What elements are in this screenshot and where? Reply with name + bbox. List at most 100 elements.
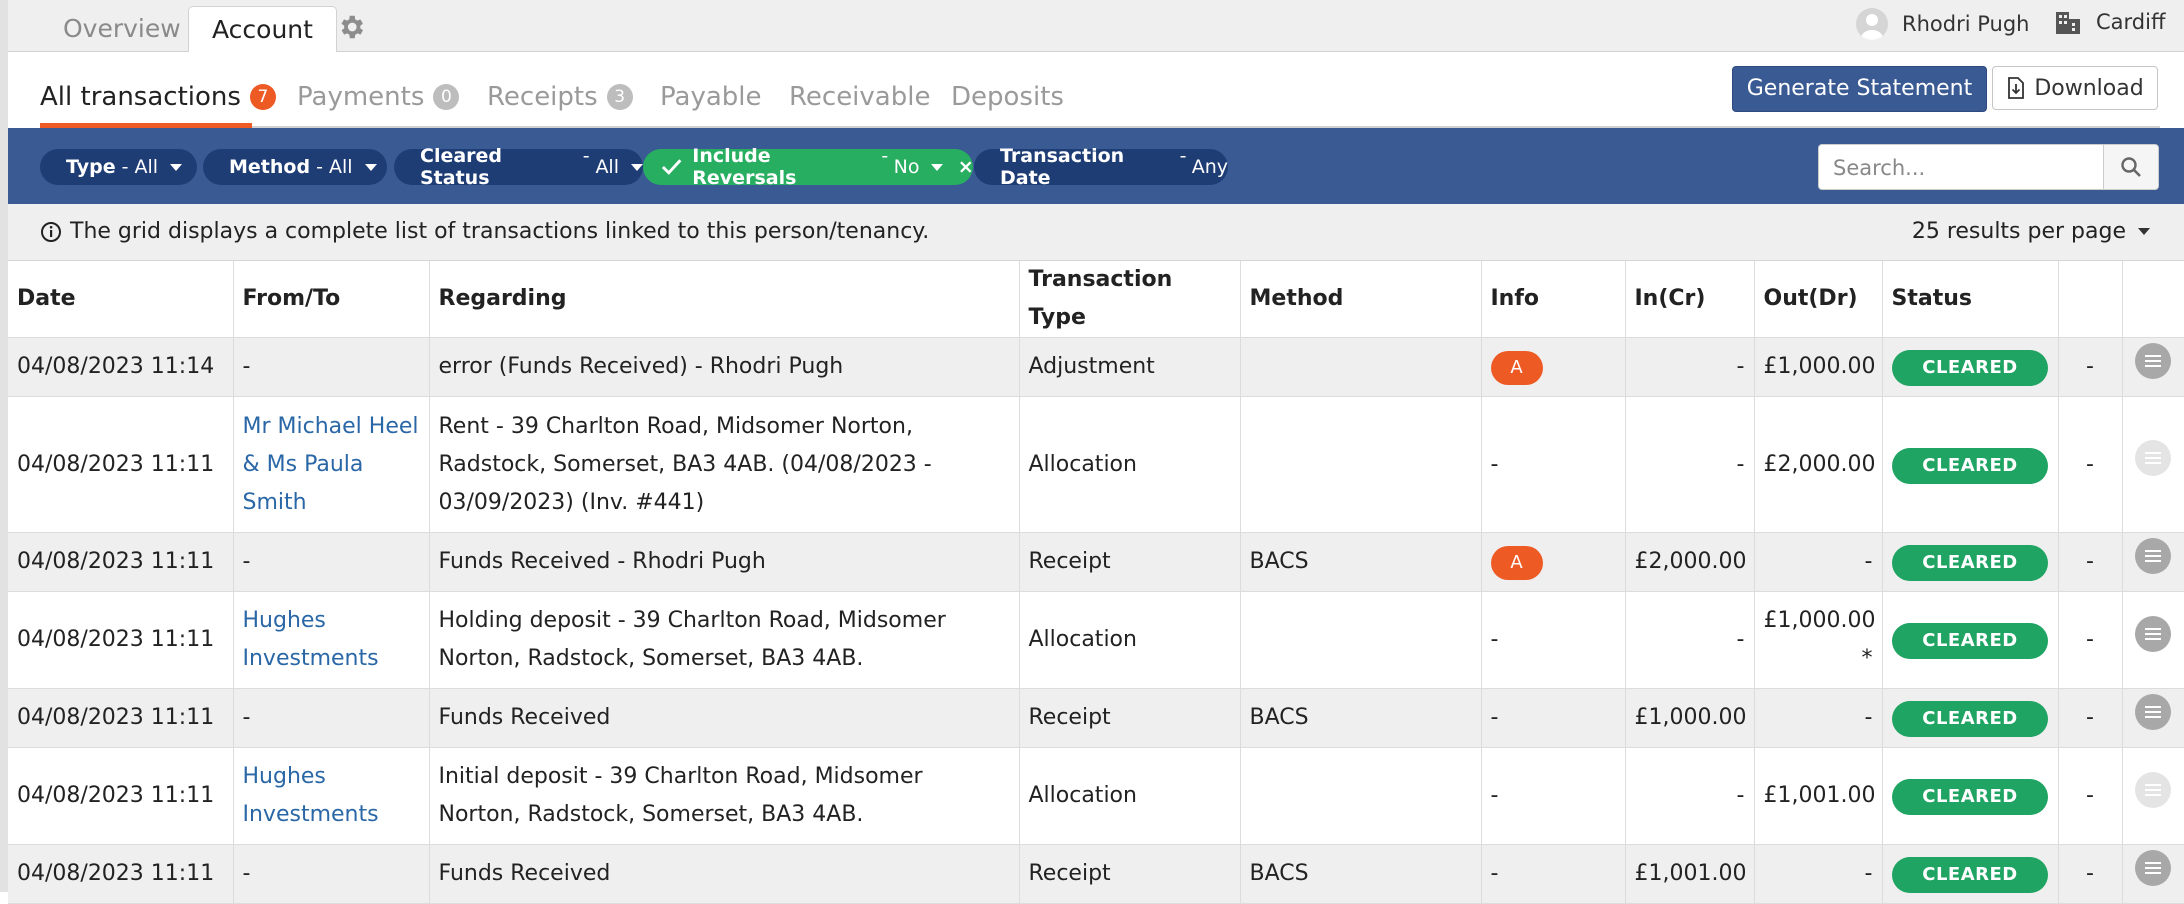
col-date[interactable]: Date [8,261,234,338]
col-in-cr[interactable]: In(Cr) [1625,261,1755,338]
col-out-dr[interactable]: Out(Dr) [1754,261,1883,338]
cell-status: CLEARED [1882,688,2059,748]
filter-value: All [329,156,353,178]
cell-regarding: Funds Received [429,844,1020,904]
chevron-down-icon [2138,228,2150,235]
row-menu-icon[interactable] [2135,771,2171,808]
filter-transaction-date[interactable]: Transaction Date - Any [974,145,1228,189]
count-badge: 7 [249,84,276,110]
tab-label: Deposits [951,82,1064,112]
tab-all-transactions[interactable]: All transactions 7 [40,82,276,112]
tab-label: All transactions [40,82,241,112]
cell-in: £1,000.00 [1625,688,1755,748]
check-icon [661,159,682,175]
cell-date: 04/08/2023 11:11 [8,532,234,592]
cell-from: Hughes Investments [233,591,430,689]
search-input[interactable] [1819,145,2115,191]
table-row[interactable]: 04/08/2023 11:11 - Funds Received Receip… [8,844,2184,904]
contact-link[interactable]: Hughes Investments [243,764,379,827]
cell-out: £2,000.00 [1754,396,1883,533]
cell-date: 04/08/2023 11:11 [8,844,234,904]
row-menu-icon[interactable] [2135,537,2171,574]
cell-regarding: Initial deposit - 39 Charlton Road, Mids… [429,747,1020,845]
row-menu-icon[interactable] [2135,849,2171,886]
table-row[interactable]: 04/08/2023 11:14 - error (Funds Received… [8,337,2184,397]
tab-receivable[interactable]: Receivable [789,82,930,112]
tab-payments[interactable]: Payments 0 [297,82,460,112]
count-badge: 0 [433,84,460,110]
search-button[interactable] [2103,145,2158,189]
cell-date: 04/08/2023 11:14 [8,337,234,397]
contact-link[interactable]: Hughes Investments [243,608,379,671]
cell-out: - [1754,844,1883,904]
tab-account[interactable]: Account [188,6,337,53]
cell-in: - [1625,337,1755,397]
tab-payable[interactable]: Payable [660,82,762,112]
col-method[interactable]: Method [1240,261,1482,338]
download-icon [2008,77,2025,99]
row-menu-icon[interactable] [2135,342,2171,379]
tab-label: Payable [660,82,762,112]
filter-key: Include Reversals [692,145,797,189]
row-menu-icon[interactable] [2135,615,2171,652]
cell-status: CLEARED [1882,747,2059,845]
filter-type[interactable]: Type - All [40,149,197,185]
col-status[interactable]: Status [1882,261,2059,338]
table-row[interactable]: 04/08/2023 11:11 Hughes Investments Hold… [8,591,2184,689]
filter-cleared-status[interactable]: Cleared Status - All [394,145,643,189]
col-from-to[interactable]: From/To [233,261,430,338]
table-row[interactable]: 04/08/2023 11:11 Mr Michael Heel & Ms Pa… [8,396,2184,533]
filter-include-reversals[interactable]: Include Reversals - No [643,145,973,189]
status-badge: CLEARED [1892,350,2048,386]
table-row[interactable]: 04/08/2023 11:11 - Funds Received - Rhod… [8,532,2184,592]
status-badge: CLEARED [1892,779,2048,815]
cell-actions [2122,591,2184,689]
cell-type: Receipt [1019,844,1241,904]
branch-name: Cardiff [2096,10,2166,34]
contact-link[interactable]: Mr Michael Heel & Ms Paula Smith [243,414,419,515]
cell-out: £1,001.00 [1754,747,1883,845]
cell-type: Allocation [1019,396,1241,533]
user-menu[interactable]: Rhodri Pugh [1856,8,2029,40]
table-header: Date From/To Regarding Transaction Type … [8,261,2184,338]
cell-date: 04/08/2023 11:11 [8,396,234,533]
generate-statement-button[interactable]: Generate Statement [1732,66,1987,112]
row-menu-icon[interactable] [2135,693,2171,730]
tab-receipts[interactable]: Receipts 3 [487,82,633,112]
cell-status: CLEARED [1882,532,2059,592]
cell-method [1240,337,1482,397]
chevron-down-icon [364,163,377,171]
row-menu-icon[interactable] [2135,440,2171,476]
table-row[interactable]: 04/08/2023 11:11 Hughes Investments Init… [8,747,2184,845]
info-badge[interactable]: A [1490,351,1543,385]
cell-method [1240,396,1482,533]
cell-out: £1,000.00 * [1754,591,1883,689]
transaction-tabs: All transactions 7 Payments 0 Receipts 3… [8,52,2184,128]
tab-overview[interactable]: Overview [40,6,204,51]
col-actions [2122,261,2184,338]
cell-regarding: Rent - 39 Charlton Road, Midsomer Norton… [429,396,1020,533]
cell-extra: - [2058,532,2123,592]
cell-actions [2122,747,2184,845]
cell-status: CLEARED [1882,396,2059,533]
download-button[interactable]: Download [1992,66,2158,110]
col-regarding[interactable]: Regarding [429,261,1020,338]
close-icon[interactable] [959,160,973,174]
cell-extra: - [2058,747,2123,845]
info-icon [41,221,61,242]
col-transaction-type[interactable]: Transaction Type [1019,261,1241,338]
cell-from: - [233,337,430,397]
filter-method[interactable]: Method - All [203,149,387,185]
branch-selector[interactable]: Cardiff [2054,9,2165,35]
cell-regarding: error (Funds Received) - Rhodri Pugh [429,337,1020,397]
top-bar: Overview Account Rhodri Pugh Cardiff [8,0,2184,53]
info-badge[interactable]: A [1490,546,1543,580]
cell-from: - [233,688,430,748]
col-info[interactable]: Info [1481,261,1626,338]
table-row[interactable]: 04/08/2023 11:11 - Funds Received Receip… [8,688,2184,748]
gear-icon[interactable] [336,12,366,42]
results-per-page-select[interactable]: 25 results per page [1912,219,2150,244]
cell-from: Hughes Investments [233,747,430,845]
per-page-label: 25 results per page [1911,219,2126,244]
tab-deposits[interactable]: Deposits [951,82,1064,112]
